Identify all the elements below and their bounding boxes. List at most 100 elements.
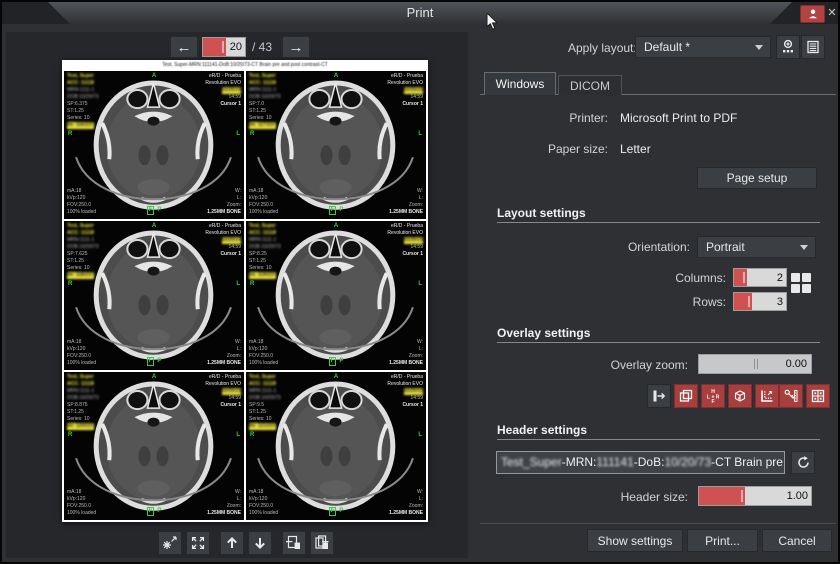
auto-window-button[interactable] [158, 531, 182, 555]
close-icon[interactable]: ✕ [825, 6, 839, 20]
layout-list-icon [805, 39, 821, 55]
orientation-l: L [418, 131, 422, 138]
overlay-zoom-slider[interactable]: 0.00 [698, 354, 812, 374]
section-divider [497, 222, 820, 223]
manage-layouts-button[interactable] [801, 35, 825, 59]
columns-value: 2 [777, 272, 783, 284]
delete-page-button[interactable] [282, 531, 306, 555]
title-bar: Print ✕ [2, 2, 838, 24]
page-number-spinner[interactable]: 20 [202, 37, 246, 57]
toggle-overlay-offset-button[interactable] [647, 384, 671, 408]
paper-size-label: Paper size: [488, 142, 608, 156]
svg-text:L: L [707, 394, 710, 400]
orientation-a: A [64, 73, 244, 80]
cell-overlay-bottom-right: W: L: Zoom: 1.25MM BONE [207, 188, 241, 216]
orientation-select[interactable]: Portrait [697, 236, 816, 258]
header-size-spinner[interactable]: 1.00 [698, 486, 812, 506]
toggle-orientation-cube-button[interactable]: R [728, 384, 752, 408]
cell-overlay-bottom-left: mA:18 kVp:120 FOV:250.0 100% loaded [67, 339, 96, 367]
fit-to-window-button[interactable] [186, 531, 210, 555]
orientation-l: L [236, 131, 240, 138]
refresh-icon [796, 455, 811, 470]
reset-header-button[interactable] [791, 451, 815, 474]
cell-overlay-top-left: Test, Super ACC: 11118 MRN:1111-1 DOB:10… [67, 73, 99, 129]
cancel-button[interactable]: Cancel [762, 529, 832, 552]
orientation-r: R [68, 281, 72, 288]
orientation-a: A [64, 223, 244, 230]
move-page-down-button[interactable] [248, 531, 272, 555]
ct-preview-cell[interactable]: Test, Super ACC: 11118 MRN:1111-1 DOB:10… [246, 372, 426, 520]
page-setup-button[interactable]: Page setup [697, 167, 817, 189]
next-page-button[interactable]: → [282, 36, 310, 58]
person-icon [807, 8, 819, 20]
toggle-grid-overlay-button[interactable] [806, 384, 830, 408]
svg-text:R: R [738, 397, 741, 401]
tab-dicom-label: DICOM [570, 79, 610, 93]
svg-text:F: F [711, 399, 714, 404]
cell-overlay-top-left: Test, Super ACC: 11118 MRN:1111-1 DOB:10… [67, 223, 99, 279]
angle-ruler-icon [759, 388, 775, 404]
layout-settings-heading: Layout settings [497, 206, 586, 220]
orientation-l: L [418, 432, 422, 439]
toggle-orientation-letters-button[interactable]: H L + R F [701, 384, 725, 408]
columns-spinner[interactable]: 2 [733, 268, 787, 287]
cell-overlay-bottom-left: mA:18 kVp:120 FOV:250.0 100% loaded [67, 489, 96, 517]
add-layout-icon [780, 39, 796, 55]
toggle-ruler-button[interactable] [755, 384, 779, 408]
cell-overlay-bottom-right: W: L: Zoom: 1.25MM BONE [207, 489, 241, 517]
add-layout-button[interactable] [776, 35, 800, 59]
print-button[interactable]: Print... [687, 529, 758, 552]
orientation-l: L [236, 432, 240, 439]
ct-preview-cell[interactable]: Test, Super ACC: 11118 MRN:1111-1 DOB:10… [246, 71, 426, 219]
cell-overlay-top-left: Test, Super ACC: 11118 MRN:1111-1 DOB:10… [249, 73, 281, 129]
rows-spinner[interactable]: 3 [733, 292, 787, 311]
tab-windows-label: Windows [496, 77, 545, 91]
tab-windows[interactable]: Windows [484, 72, 556, 95]
arrow-up-icon [224, 535, 240, 551]
orientation-a: A [246, 374, 426, 381]
rows-value: 3 [777, 296, 783, 308]
prev-page-button[interactable]: ← [170, 36, 198, 58]
section-divider [497, 342, 820, 343]
stacked-squares-icon [678, 388, 694, 404]
ct-preview-cell[interactable]: Test, Super ACC: 11118 MRN:1111-1 DOB:10… [64, 71, 244, 219]
cell-overlay-bottom-left: mA:18 kVp:120 FOV:250.0 100% loaded [67, 188, 96, 216]
ct-preview-cell[interactable]: Test, Super ACC: 11118 MRN:1111-1 DOB:10… [246, 221, 426, 369]
user-button[interactable] [800, 5, 825, 23]
columns-label: Columns: [596, 271, 726, 285]
footer-divider [480, 523, 836, 524]
ct-preview-cell[interactable]: Test, Super ACC: 11118 MRN:1111-1 DOB:10… [64, 372, 244, 520]
apply-layout-value: Default * [644, 40, 690, 54]
printer-label: Printer: [488, 111, 608, 125]
bar-double-arrow-icon [651, 388, 667, 404]
study-description: -CT Brain pre [711, 455, 783, 469]
cell-overlay-bottom-right: W: L: Zoom: 1.25MM BONE [389, 339, 423, 367]
delete-page-icon [286, 535, 302, 551]
grid-cells-icon [810, 388, 826, 404]
tab-dicom[interactable]: DICOM [558, 75, 622, 95]
delete-all-pages-button[interactable] [310, 531, 334, 555]
toggle-overlay-text-button[interactable] [674, 384, 698, 408]
chevron-down-icon [800, 245, 808, 250]
overlay-zoom-value: 0.00 [786, 358, 807, 370]
print-dialog: Print ✕ ← 20 / 43 → Apply layout: Defaul… [0, 0, 840, 564]
toggle-measurement-button[interactable] [779, 384, 803, 408]
ct-preview-cell[interactable]: Test, Super ACC: 11118 MRN:1111-1 DOB:10… [64, 221, 244, 369]
orientation-a: A [246, 223, 426, 230]
header-text-input[interactable]: Test_Super-MRN:111141-DoB:10/20/73-CT Br… [496, 451, 785, 474]
apply-layout-select[interactable]: Default * [635, 36, 771, 58]
cell-overlay-top-left: Test, Super ACC: 11118 MRN:1111-1 DOB:10… [249, 223, 281, 279]
show-settings-button[interactable]: Show settings [587, 529, 683, 552]
expand-arrows-icon [190, 535, 206, 551]
mouse-cursor [486, 13, 499, 31]
key-ruler-icon [783, 388, 799, 404]
back-arrow-icon: ← [177, 40, 192, 55]
apply-layout-label: Apply layout: [568, 41, 637, 55]
move-page-up-button[interactable] [220, 531, 244, 555]
cell-overlay-top-left: Test, Super ACC: 11118 MRN:1111-1 DOB:10… [249, 374, 281, 430]
dob-value: 10/20/73 [664, 455, 711, 469]
grid-layout-picker-icon[interactable] [791, 273, 813, 295]
orientation-r: R [250, 131, 254, 138]
header-size-label: Header size: [558, 490, 688, 504]
page-header-text: Test, Super-MRN:111141-DoB:10/20/73-CT B… [62, 62, 428, 68]
